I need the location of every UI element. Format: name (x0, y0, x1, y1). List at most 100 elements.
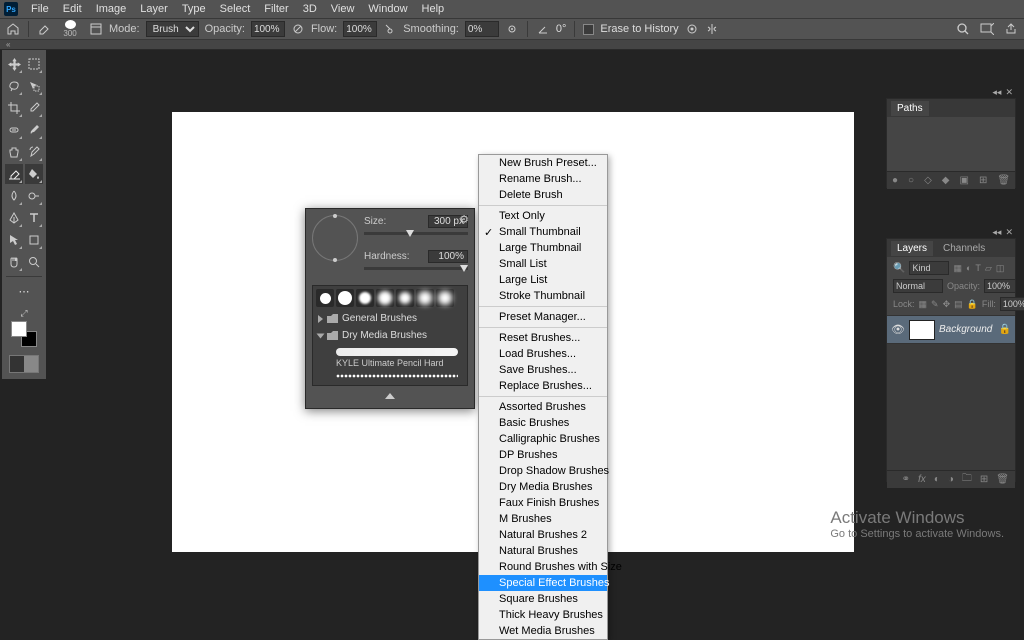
paint-bucket-tool[interactable] (25, 164, 43, 184)
home-icon[interactable] (6, 22, 20, 36)
menu-item[interactable]: Special Effect Brushes (479, 575, 607, 591)
search-icon[interactable] (956, 22, 970, 36)
brush-thumb[interactable] (356, 289, 374, 307)
collapse-strip[interactable]: « (0, 40, 1024, 50)
load-selection-icon[interactable]: ◇ (924, 175, 932, 186)
path-select-tool[interactable] (5, 230, 23, 250)
menu-item[interactable]: Round Brushes with Size (479, 559, 607, 575)
marquee-tool[interactable] (25, 54, 43, 74)
flow-input[interactable] (343, 21, 377, 37)
type-tool[interactable] (25, 208, 43, 228)
menu-item[interactable]: Stroke Thumbnail (479, 288, 607, 304)
lock-artboard-icon[interactable]: ▤ (954, 299, 963, 310)
lasso-tool[interactable] (5, 76, 23, 96)
swap-colors[interactable]: ⤢ (6, 308, 42, 319)
menu-file[interactable]: File (24, 3, 56, 15)
opacity-pressure-icon[interactable] (291, 22, 305, 36)
menu-item[interactable]: Calligraphic Brushes (479, 431, 607, 447)
visibility-icon[interactable]: 👁 (891, 323, 905, 336)
brush-stroke-preview[interactable] (336, 372, 458, 380)
erase-history-checkbox[interactable] (583, 24, 594, 35)
crop-tool[interactable] (5, 98, 23, 118)
smoothing-input[interactable] (465, 21, 499, 37)
angle-icon[interactable] (536, 22, 550, 36)
menu-window[interactable]: Window (361, 3, 414, 15)
clone-tool[interactable] (5, 142, 23, 162)
fg-color[interactable] (11, 321, 27, 337)
lock-transparency-icon[interactable]: ▦ (919, 299, 928, 310)
menu-edit[interactable]: Edit (56, 3, 89, 15)
menu-item[interactable]: M Brushes (479, 511, 607, 527)
filter-type-icon[interactable]: T (975, 263, 981, 273)
filter-smart-icon[interactable]: ◫ (996, 263, 1005, 274)
menu-image[interactable]: Image (89, 3, 134, 15)
eyedropper-tool[interactable] (25, 98, 43, 118)
fill-path-icon[interactable]: ● (892, 175, 898, 186)
menu-item[interactable]: Reset Brushes... (479, 330, 607, 346)
layer-row[interactable]: 👁 Background 🔒 (887, 316, 1015, 344)
link-icon[interactable]: ⚭ (902, 474, 910, 485)
workspace-icon[interactable] (980, 22, 994, 36)
brush-angle-preview[interactable] (312, 215, 358, 261)
layers-tab[interactable]: Layers (891, 241, 933, 256)
history-brush-tool[interactable] (25, 142, 43, 162)
brush-thumb[interactable] (316, 289, 334, 307)
pen-tool[interactable] (5, 208, 23, 228)
brush-thumb[interactable] (396, 289, 414, 307)
layer-opacity[interactable] (984, 279, 1016, 293)
menu-select[interactable]: Select (213, 3, 258, 15)
blend-mode[interactable] (893, 279, 943, 293)
size-slider[interactable] (364, 232, 468, 240)
group-icon[interactable]: 🗀 (962, 471, 972, 488)
gear-icon[interactable]: ⚙ (458, 213, 470, 225)
filter-shape-icon[interactable]: ▱ (985, 263, 992, 274)
hardness-value[interactable]: 100% (428, 250, 468, 263)
lock-paint-icon[interactable]: ✎ (931, 299, 939, 310)
share-icon[interactable] (1004, 22, 1018, 36)
menu-item[interactable]: Drop Shadow Brushes (479, 463, 607, 479)
brush-panel-toggle-icon[interactable] (89, 22, 103, 36)
opacity-input[interactable] (251, 21, 285, 37)
menu-item[interactable]: Assorted Brushes (479, 399, 607, 415)
dodge-tool[interactable] (25, 186, 43, 206)
menu-item[interactable]: Delete Brush (479, 187, 607, 203)
menu-item[interactable]: DP Brushes (479, 447, 607, 463)
brush-stroke-preview[interactable] (336, 348, 458, 356)
eraser-tool[interactable] (5, 164, 23, 184)
quick-select-tool[interactable] (25, 76, 43, 96)
menu-item[interactable]: Preset Manager... (479, 309, 607, 325)
channels-tab[interactable]: Channels (943, 243, 985, 254)
mask-icon[interactable]: ◐ (934, 474, 940, 485)
folder-drymedia[interactable]: Dry Media Brushes (316, 327, 464, 344)
adjust-icon[interactable]: ◑ (948, 474, 954, 485)
spot-heal-tool[interactable] (5, 120, 23, 140)
menu-item[interactable]: Basic Brushes (479, 415, 607, 431)
close-icon[interactable]: ✕ (1005, 87, 1013, 98)
menu-item[interactable]: Large List (479, 272, 607, 288)
fx-icon[interactable]: fx (918, 474, 926, 485)
brush-tool[interactable] (25, 120, 43, 140)
new-layer-icon[interactable]: ⊞ (980, 474, 988, 485)
menu-item[interactable]: Small Thumbnail✓ (479, 224, 607, 240)
resize-grip[interactable] (385, 393, 395, 399)
menu-3d[interactable]: 3D (296, 3, 324, 15)
menu-type[interactable]: Type (175, 3, 213, 15)
mask-icon[interactable]: ▣ (959, 175, 968, 186)
menu-item[interactable]: New Brush Preset... (479, 155, 607, 171)
brush-thumb[interactable] (436, 289, 454, 307)
menu-item[interactable]: Thick Heavy Brushes (479, 607, 607, 623)
hardness-slider[interactable] (364, 267, 468, 275)
menu-filter[interactable]: Filter (257, 3, 295, 15)
menu-item[interactable]: Natural Brushes (479, 543, 607, 559)
layer-thumbnail[interactable] (909, 320, 935, 340)
menu-item[interactable]: Save Brushes... (479, 362, 607, 378)
menu-item[interactable]: Small List (479, 256, 607, 272)
brush-preset-picker[interactable]: 300 (57, 20, 83, 38)
menu-item[interactable]: Text Only (479, 208, 607, 224)
lock-icon[interactable]: 🔒 (999, 324, 1011, 335)
color-swatches[interactable] (11, 321, 37, 347)
smoothing-options-icon[interactable] (505, 22, 519, 36)
brush-thumb[interactable] (336, 289, 354, 307)
trash-icon[interactable]: 🗑 (997, 175, 1010, 186)
lock-all-icon[interactable]: 🔒 (967, 299, 978, 310)
